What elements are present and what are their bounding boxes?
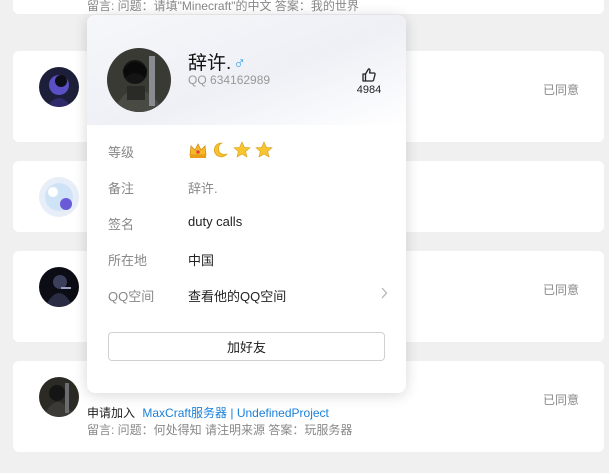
qq-number: QQ 634162989 (188, 73, 270, 87)
star-icon (254, 140, 274, 163)
request-note: 留言: 问题：请填"Minecraft"的中文 答案：我的世界 (87, 0, 359, 13)
crown-icon (188, 140, 208, 163)
nickname-text: 辞许. (188, 53, 232, 74)
avatar[interactable] (39, 377, 79, 417)
qzone-link[interactable]: 查看他的QQ空间 (188, 286, 286, 305)
status-agreed: 已同意 (542, 393, 579, 407)
status-agreed: 已同意 (542, 83, 579, 97)
group-link[interactable]: MaxCraft服务器 | UndefinedProject (142, 406, 329, 420)
like-button[interactable]: 4984 (349, 67, 389, 96)
signature-label: 签名 (108, 217, 135, 232)
location-label: 所在地 (108, 253, 148, 268)
male-icon: ♂ (233, 54, 247, 73)
location-value: 中国 (188, 253, 215, 268)
avatar[interactable] (39, 177, 79, 217)
status-agreed: 已同意 (542, 283, 579, 297)
qzone-label: QQ空间 (108, 289, 155, 304)
star-icon (232, 140, 252, 163)
apply-prefix: 申请加入 (87, 406, 136, 420)
remark-label: 备注 (108, 181, 135, 196)
level-badges (188, 140, 274, 163)
remark-value: 辞许. (188, 181, 218, 196)
profile-popup: 辞许. ♂ QQ 634162989 4984 等级 备注 辞许. 签名 dut… (87, 15, 406, 393)
signature-row: 签名 duty calls (108, 214, 386, 234)
signature-value: duty calls (188, 214, 243, 229)
profile-avatar[interactable] (107, 48, 171, 112)
level-row: 等级 (108, 140, 386, 163)
profile-nickname: 辞许. ♂ (188, 48, 246, 75)
qzone-row[interactable]: QQ空间 查看他的QQ空间 (108, 286, 388, 306)
level-label: 等级 (108, 145, 135, 160)
location-row: 所在地 中国 (108, 250, 386, 270)
apply-line: 申请加入 MaxCraft服务器 | UndefinedProject (87, 404, 329, 421)
avatar[interactable] (39, 67, 79, 107)
like-count: 4984 (356, 84, 382, 96)
request-card-partial: 留言: 问题：请填"Minecraft"的中文 答案：我的世界 (13, 0, 604, 14)
qq-number-value: 634162989 (210, 73, 271, 87)
avatar[interactable] (39, 267, 79, 307)
moon-icon (210, 140, 230, 163)
qq-label: QQ (188, 73, 207, 87)
chevron-right-icon (380, 287, 388, 302)
add-friend-button[interactable]: 加好友 (108, 332, 385, 361)
remark-row: 备注 辞许. (108, 178, 386, 198)
request-note: 留言: 问题：何处得知 请注明来源 答案：玩服务器 (87, 423, 353, 437)
thumbs-up-icon (349, 67, 389, 83)
